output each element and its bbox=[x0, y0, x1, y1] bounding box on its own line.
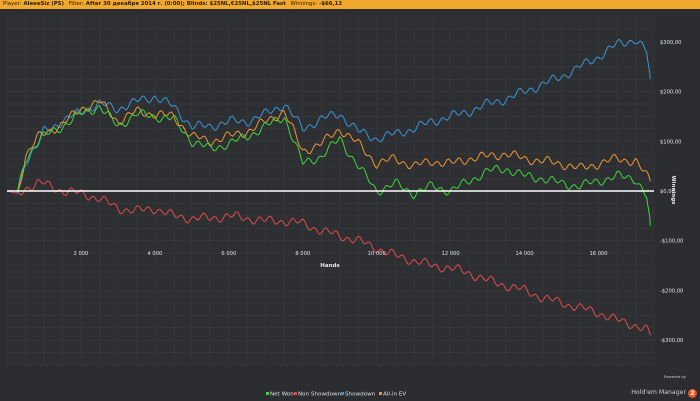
legend-item-all-in-ev[interactable]: All-in EV bbox=[379, 392, 406, 398]
logo-name: Hold'em Manager bbox=[631, 389, 686, 396]
x-axis-label: Hands bbox=[320, 263, 340, 269]
legend-swatch bbox=[379, 392, 382, 395]
winnings-label: Winnings: bbox=[290, 1, 318, 7]
y-tick-label: $300,00 bbox=[660, 40, 681, 46]
chart-header: Player: AleeeSiz (PS) Filter: After 30 дек… bbox=[0, 0, 700, 9]
legend-label: Net Won bbox=[270, 392, 294, 398]
x-tick-label: 8 000 bbox=[295, 251, 310, 257]
legend-item-showdown[interactable]: Showdown bbox=[341, 392, 376, 398]
hem2-logo: Powered by Hold'em Manager 2 bbox=[631, 374, 697, 398]
winnings-value: -$66,12 bbox=[319, 1, 343, 7]
x-tick-label: 14 000 bbox=[516, 251, 534, 257]
legend-item-net-won[interactable]: Net Won bbox=[266, 392, 294, 398]
y-tick-label: -$300,00 bbox=[660, 338, 683, 344]
y-axis-label: Winnings bbox=[670, 176, 676, 206]
x-tick-label: 12 000 bbox=[442, 251, 460, 257]
legend-swatch bbox=[294, 392, 297, 395]
legend-swatch bbox=[341, 392, 344, 395]
powered-by-text: Powered by bbox=[663, 374, 686, 379]
legend-swatch bbox=[266, 392, 269, 395]
filter-value: After 30 декабря 2014 г. (0:00); Blinds:… bbox=[85, 1, 286, 7]
x-tick-label: 6 000 bbox=[221, 251, 236, 257]
legend[interactable]: Net Won Non Showdown Showdown All-in EV bbox=[266, 392, 406, 398]
y-tick-label: $100,00 bbox=[660, 139, 681, 145]
winnings-graph: 2 000 4 000 6 000 8 000 10 000 12 000 14 000 16… bbox=[6, 16, 683, 398]
x-tick-label: 16 000 bbox=[589, 251, 607, 257]
x-tick-label: 4 000 bbox=[147, 251, 162, 257]
x-tick-label: 2 000 bbox=[74, 251, 89, 257]
y-tick-label: -$200,00 bbox=[660, 288, 683, 294]
legend-item-non-showdown[interactable]: Non Showdown bbox=[294, 392, 342, 398]
filter-label: Filter: bbox=[68, 1, 84, 7]
player-label: Player: bbox=[3, 1, 22, 7]
legend-label: Showdown bbox=[345, 392, 376, 398]
y-tick-label: $200,00 bbox=[660, 90, 681, 96]
player-value: AleeeSiz (PS) bbox=[23, 1, 65, 7]
legend-label: Non Showdown bbox=[298, 392, 342, 398]
logo-badge: 2 bbox=[688, 389, 697, 398]
y-tick-label: -$100,00 bbox=[660, 239, 683, 245]
legend-label: All-in EV bbox=[383, 392, 406, 398]
x-tick-label: 10 000 bbox=[368, 251, 386, 257]
